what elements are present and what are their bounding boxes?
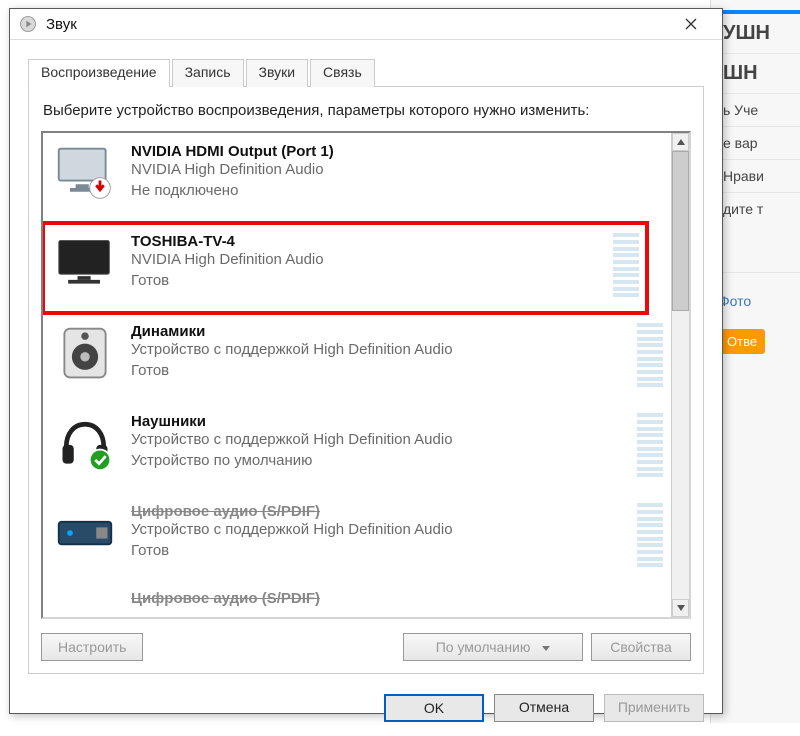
scroll-up-button[interactable] xyxy=(672,133,689,151)
device-desc: NVIDIA High Definition Audio xyxy=(131,250,605,270)
device-list: NVIDIA HDMI Output (Port 1) NVIDIA High … xyxy=(43,133,671,617)
device-listbox[interactable]: NVIDIA HDMI Output (Port 1) NVIDIA High … xyxy=(41,131,691,619)
device-status: Устройство по умолчанию xyxy=(131,451,629,471)
scrollbar[interactable] xyxy=(671,133,689,617)
scroll-down-button[interactable] xyxy=(672,599,689,617)
device-item-highlighted[interactable]: TOSHIBA-TV-4 NVIDIA High Definition Audi… xyxy=(43,223,647,313)
device-item[interactable]: NVIDIA HDMI Output (Port 1) NVIDIA High … xyxy=(43,133,671,223)
device-name: Наушники xyxy=(131,413,629,430)
tab-row: Воспроизведение Запись Звуки Связь xyxy=(10,40,722,86)
device-item-partial[interactable]: Цифровое аудио (S/PDIF) xyxy=(43,583,671,617)
ok-button[interactable]: OK xyxy=(384,694,484,722)
bg-item-6: дите т xyxy=(719,193,800,273)
cancel-button[interactable]: Отмена xyxy=(494,694,594,722)
scroll-track[interactable] xyxy=(672,151,689,599)
titlebar: Звук xyxy=(10,9,722,40)
bg-answer-button[interactable]: Отве xyxy=(719,329,765,354)
apply-button[interactable]: Применить xyxy=(604,694,704,722)
device-status: Готов xyxy=(131,361,629,381)
headphones-default-icon xyxy=(55,413,115,473)
device-name: Динамики xyxy=(131,323,629,340)
device-name: Цифровое аудио (S/PDIF) xyxy=(131,503,629,520)
device-status: Готов xyxy=(131,271,605,291)
sound-dialog-icon xyxy=(18,14,38,34)
set-default-label: По умолчанию xyxy=(436,639,531,655)
device-desc: NVIDIA High Definition Audio xyxy=(131,160,663,180)
bg-title-1: УШН xyxy=(719,14,800,54)
middle-button-row: Настроить По умолчанию Свойства xyxy=(41,633,691,661)
sound-dialog: Звук Воспроизведение Запись Звуки Связь … xyxy=(9,8,723,714)
scroll-thumb[interactable] xyxy=(672,151,689,311)
properties-button[interactable]: Свойства xyxy=(591,633,691,661)
device-desc: Устройство с поддержкой High Definition … xyxy=(131,340,629,360)
footer-button-row: OK Отмена Применить xyxy=(10,684,722,736)
level-meter xyxy=(637,323,663,387)
monitor-disconnected-icon xyxy=(55,143,115,203)
tab-playback[interactable]: Воспроизведение xyxy=(28,59,170,87)
device-status: Не подключено xyxy=(131,181,663,201)
close-button[interactable] xyxy=(668,9,714,39)
spdif-icon xyxy=(55,503,115,563)
bg-photo-link[interactable]: Фото xyxy=(719,293,800,309)
speaker-icon xyxy=(55,323,115,383)
device-item[interactable]: Цифровое аудио (S/PDIF) Устройство с под… xyxy=(43,493,671,583)
device-status: Готов xyxy=(131,541,629,561)
help-text: Выберите устройство воспроизведения, пар… xyxy=(43,101,689,121)
set-default-button[interactable]: По умолчанию xyxy=(403,633,583,661)
bg-item-4: е вар xyxy=(719,127,800,160)
level-meter xyxy=(637,503,663,567)
background-page: УШН ШН ь Уче е вар Нрави дите т Фото Отв… xyxy=(710,0,800,723)
tab-sounds[interactable]: Звуки xyxy=(246,59,309,87)
device-name: TOSHIBA-TV-4 xyxy=(131,233,605,250)
tab-communications[interactable]: Связь xyxy=(310,59,375,87)
bg-item-5: Нрави xyxy=(719,160,800,193)
level-meter xyxy=(637,413,663,477)
device-item[interactable]: Наушники Устройство с поддержкой High De… xyxy=(43,403,671,493)
dialog-title: Звук xyxy=(46,16,668,33)
device-item[interactable]: Динамики Устройство с поддержкой High De… xyxy=(43,313,671,403)
bg-item-3: ь Уче xyxy=(719,94,800,127)
tab-recording[interactable]: Запись xyxy=(172,59,244,87)
device-desc: Устройство с поддержкой High Definition … xyxy=(131,520,629,540)
chevron-down-icon xyxy=(542,646,550,651)
device-desc: Устройство с поддержкой High Definition … xyxy=(131,430,629,450)
level-meter xyxy=(613,233,639,297)
spdif-icon xyxy=(55,583,115,607)
configure-button[interactable]: Настроить xyxy=(41,633,143,661)
bg-title-2: ШН xyxy=(719,54,800,94)
device-name: Цифровое аудио (S/PDIF) xyxy=(131,590,663,607)
tv-icon xyxy=(55,233,115,293)
device-name: NVIDIA HDMI Output (Port 1) xyxy=(131,143,663,160)
tab-content: Выберите устройство воспроизведения, пар… xyxy=(28,86,704,674)
